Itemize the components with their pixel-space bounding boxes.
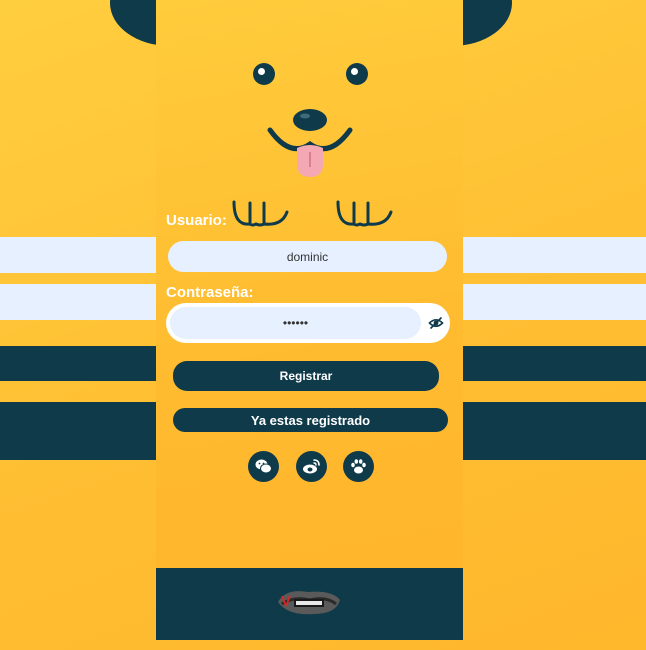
username-label: Usuario: [166, 212, 227, 229]
already-registered-button[interactable]: Ya estas registrado [173, 408, 448, 432]
eye-slash-icon[interactable] [428, 315, 444, 331]
dog-eye-left [253, 63, 275, 85]
paw-button[interactable] [343, 451, 374, 482]
dog-paw-right [336, 200, 393, 227]
login-card: Usuario: Contraseña: Registrar Ya estas … [156, 0, 463, 640]
weibo-button[interactable] [296, 451, 327, 482]
dog-eye-right [346, 63, 368, 85]
wechat-button[interactable] [248, 451, 279, 482]
card-footer: V [156, 568, 463, 640]
password-input[interactable] [170, 307, 421, 339]
dog-paw-left [232, 200, 289, 227]
register-button[interactable]: Registrar [173, 361, 439, 391]
paw-icon [351, 459, 366, 474]
brand-logo: V [278, 591, 340, 615]
password-label: Contraseña: [166, 284, 254, 301]
username-input[interactable] [168, 241, 447, 272]
weibo-icon [303, 459, 320, 474]
svg-text:V: V [281, 593, 291, 610]
password-field-wrapper [166, 303, 450, 343]
wechat-icon [255, 459, 272, 474]
